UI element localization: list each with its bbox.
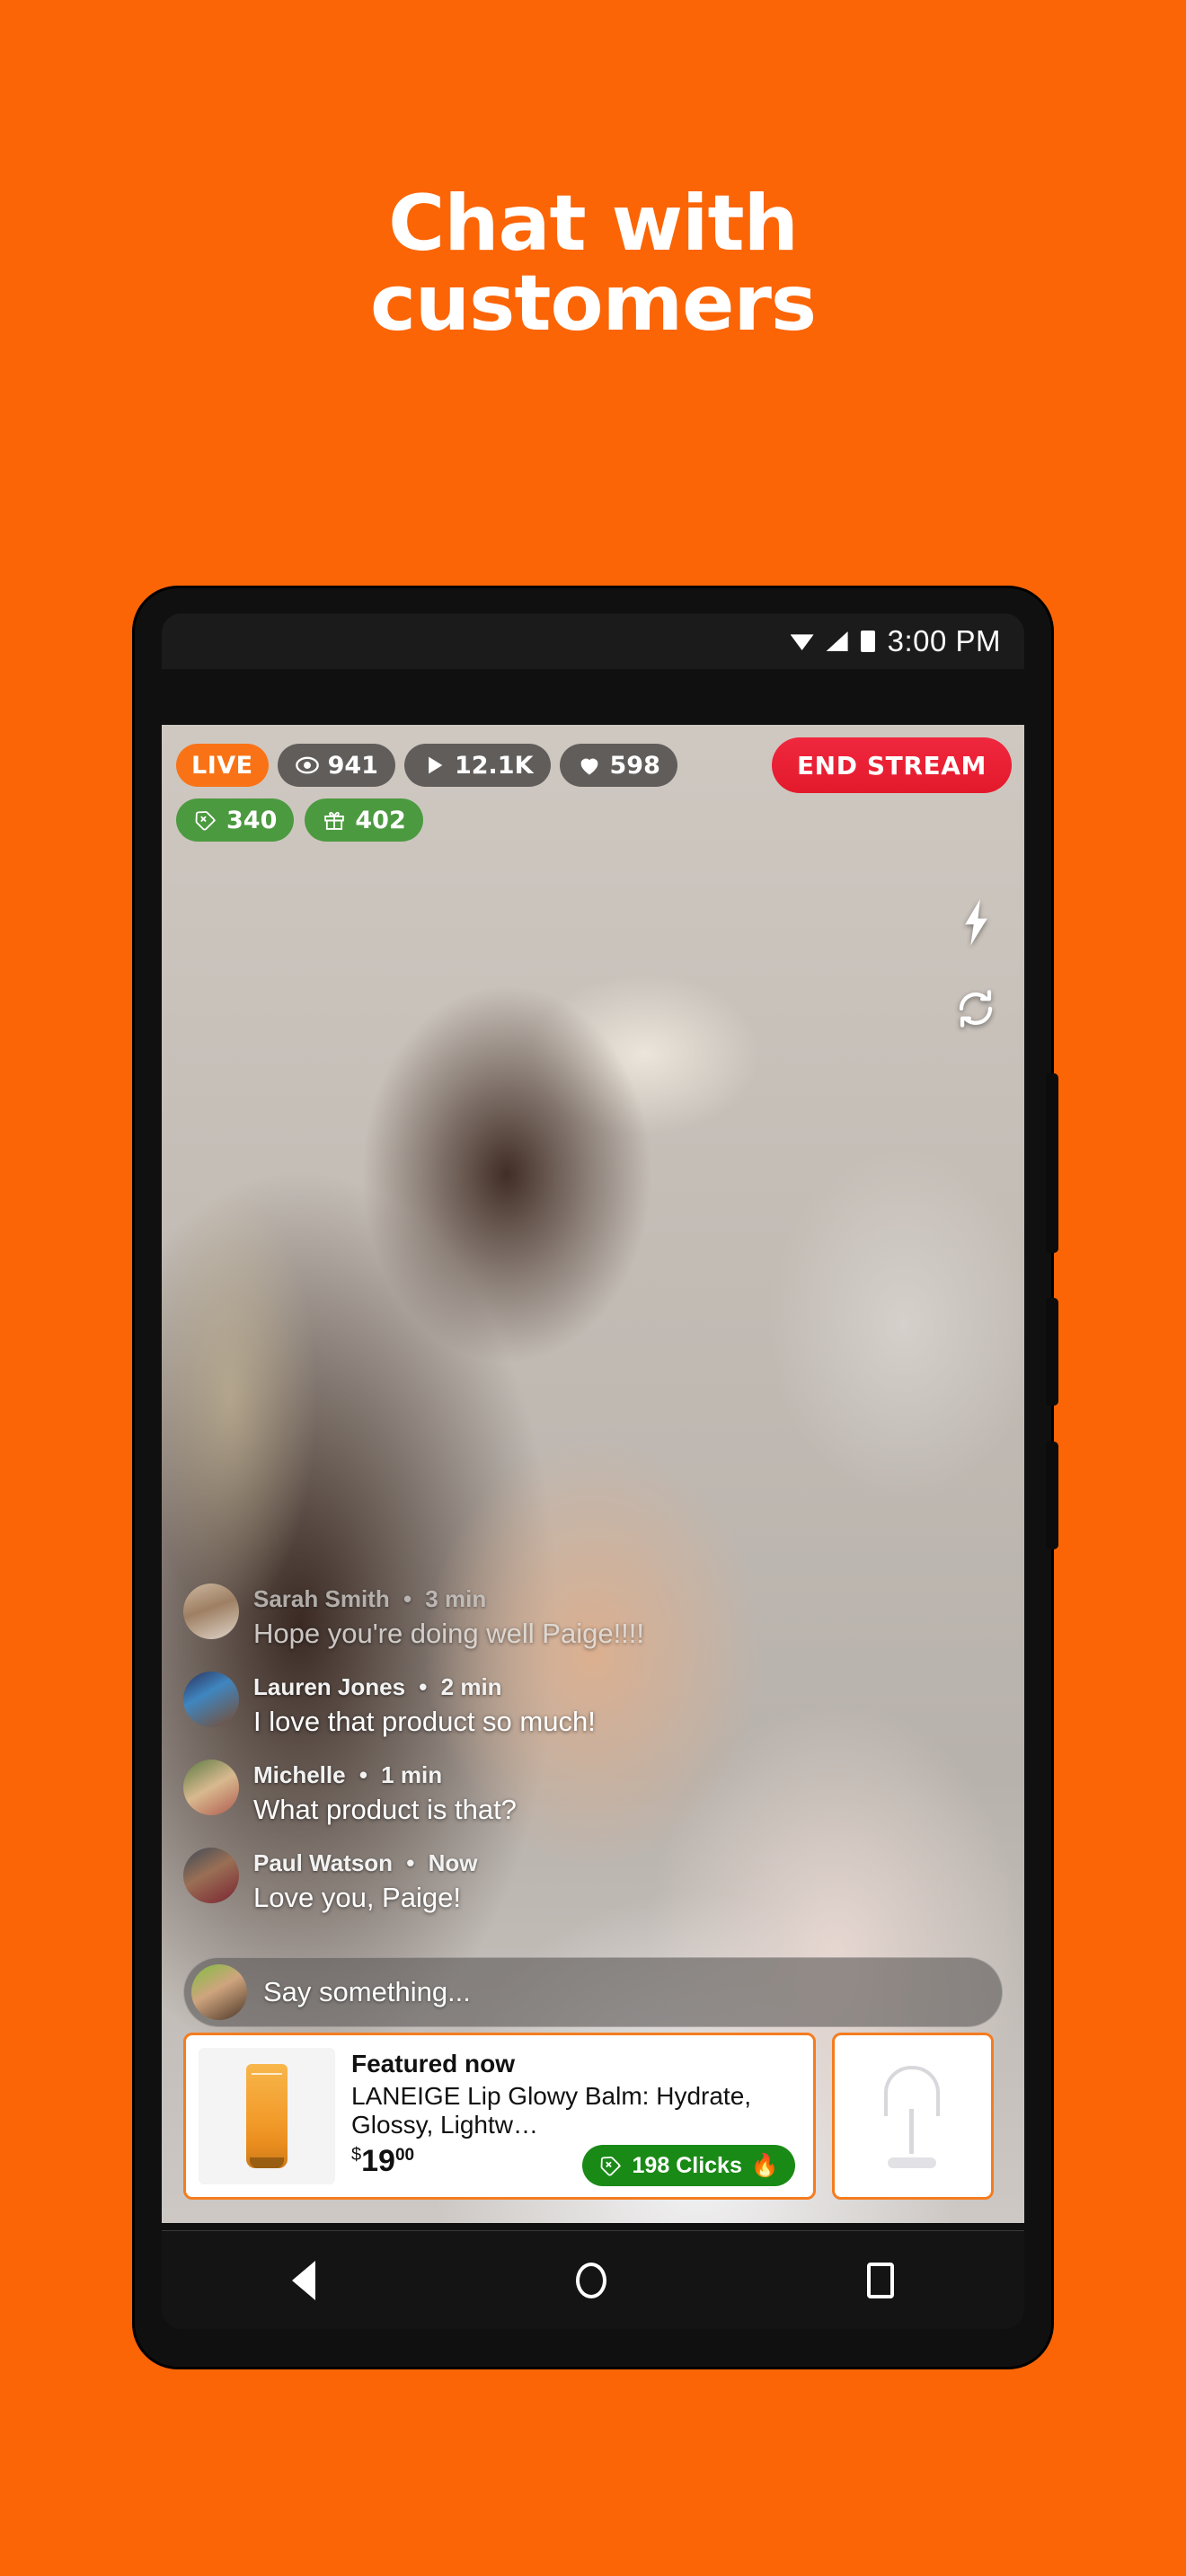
chat-author: Michelle [253,1761,346,1788]
battery-icon [860,631,875,652]
headline-line-2: customers [369,259,817,349]
heart-icon [580,758,597,775]
product-card-next[interactable] [832,2033,994,2200]
tag-icon [193,807,218,833]
flash-icon[interactable] [956,897,996,948]
home-circle-icon[interactable] [576,2262,606,2298]
chat-author: Paul Watson [253,1849,394,1876]
chat-text: Love you, Paige! [253,1882,461,1913]
chat-separator: • [403,1585,412,1612]
android-nav-bar [162,2230,1024,2329]
product-eyebrow: Featured now [351,2050,516,2078]
page-title: Chat with customers [0,179,1186,349]
chat-separator: • [406,1849,415,1876]
status-bar: 3:00 PM [162,613,1024,669]
price-dollars: 19 [361,2143,395,2178]
clicks-stat-value: 340 [226,806,278,834]
gift-icon [322,807,347,833]
recents-square-icon[interactable] [867,2262,894,2298]
plays-count: 12.1K [454,751,534,780]
phone-mockup: 3:00 PM LIVE 941 12.1K 598 END STREAM 34… [135,588,1058,2367]
chat-time: 2 min [440,1673,502,1700]
phone-side-button-volume-up [1046,1073,1058,1253]
product-title: LANEIGE Lip Glowy Balm: Hydrate, Glossy,… [351,2082,752,2139]
viewers-badge: 941 [277,744,395,787]
live-badge: LIVE [176,744,269,787]
chat-message: Michelle • 1 min What product is that? [183,1760,866,1826]
stream-stats-row-1: LIVE 941 12.1K 598 END STREAM [176,737,1012,793]
chat-message-meta: Lauren Jones • 2 min [253,1673,596,1701]
product-image [873,2062,951,2170]
app-screen: LIVE 941 12.1K 598 END STREAM 340 402 Sa… [162,725,1024,2223]
chat-time: Now [428,1849,478,1876]
product-clicks-badge: 198 Clicks 🔥 [581,2145,795,2186]
chat-time: 1 min [381,1761,443,1788]
price-cents: 00 [394,2145,415,2165]
plays-badge: 12.1K [403,744,551,787]
viewers-count: 941 [327,751,378,780]
avatar [183,1760,239,1815]
camera-controls [952,897,999,1032]
chat-message: Sarah Smith • 3 min Hope you're doing we… [183,1584,866,1650]
fire-icon: 🔥 [750,2152,779,2178]
price-currency: $ [351,2144,362,2165]
avatar [183,1584,239,1639]
back-triangle-icon[interactable] [292,2260,315,2300]
clicks-stat-badge: 340 [176,798,295,842]
phone-side-button-power [1046,1442,1058,1549]
likes-count: 598 [609,751,660,780]
chat-time: 3 min [425,1585,487,1612]
eye-icon [295,756,319,774]
chat-message: Paul Watson • Now Love you, Paige! [183,1848,866,1914]
status-bar-time: 3:00 PM [887,624,1001,657]
chat-author: Sarah Smith [253,1585,390,1612]
signal-icon [826,631,848,651]
end-stream-button[interactable]: END STREAM [771,737,1012,793]
chat-message: Lauren Jones • 2 min I love that product… [183,1672,866,1738]
chat-input-placeholder: Say something... [263,1976,471,2007]
avatar [183,1848,239,1903]
avatar [183,1672,239,1727]
product-carousel[interactable]: Featured now LANEIGE Lip Glowy Balm: Hyd… [162,2033,1024,2200]
chat-text: Hope you're doing well Paige!!!! [253,1618,645,1649]
chat-separator: • [419,1673,428,1700]
headline-line-1: Chat with [388,179,799,269]
wifi-icon [790,634,814,650]
gifts-stat-value: 402 [355,806,406,834]
chat-message-meta: Sarah Smith • 3 min [253,1585,644,1613]
chat-separator: • [358,1761,367,1788]
chat-text: What product is that? [253,1794,517,1825]
product-image [246,2064,288,2168]
product-thumbnail [199,2048,335,2184]
tag-icon [598,2153,624,2178]
product-card[interactable]: Featured now LANEIGE Lip Glowy Balm: Hyd… [183,2033,816,2200]
gifts-stat-badge: 402 [305,798,423,842]
play-icon [429,756,443,774]
chat-message-meta: Paul Watson • Now [253,1849,478,1877]
stream-stats-row-2: 340 402 [176,798,423,842]
camera-flip-icon[interactable] [952,985,999,1032]
avatar [191,1964,247,2020]
product-clicks-label: 198 Clicks [632,2152,742,2178]
chat-input-bar[interactable]: Say something... [183,1957,1003,2027]
chat-message-meta: Michelle • 1 min [253,1761,517,1789]
end-stream-label: END STREAM [796,750,987,781]
chat-author: Lauren Jones [253,1673,406,1700]
chat-message-list: Sarah Smith • 3 min Hope you're doing we… [183,1584,866,1936]
likes-badge: 598 [559,744,677,787]
chat-text: I love that product so much! [253,1706,596,1737]
live-badge-label: LIVE [191,751,253,780]
phone-side-button-volume-down [1046,1298,1058,1406]
